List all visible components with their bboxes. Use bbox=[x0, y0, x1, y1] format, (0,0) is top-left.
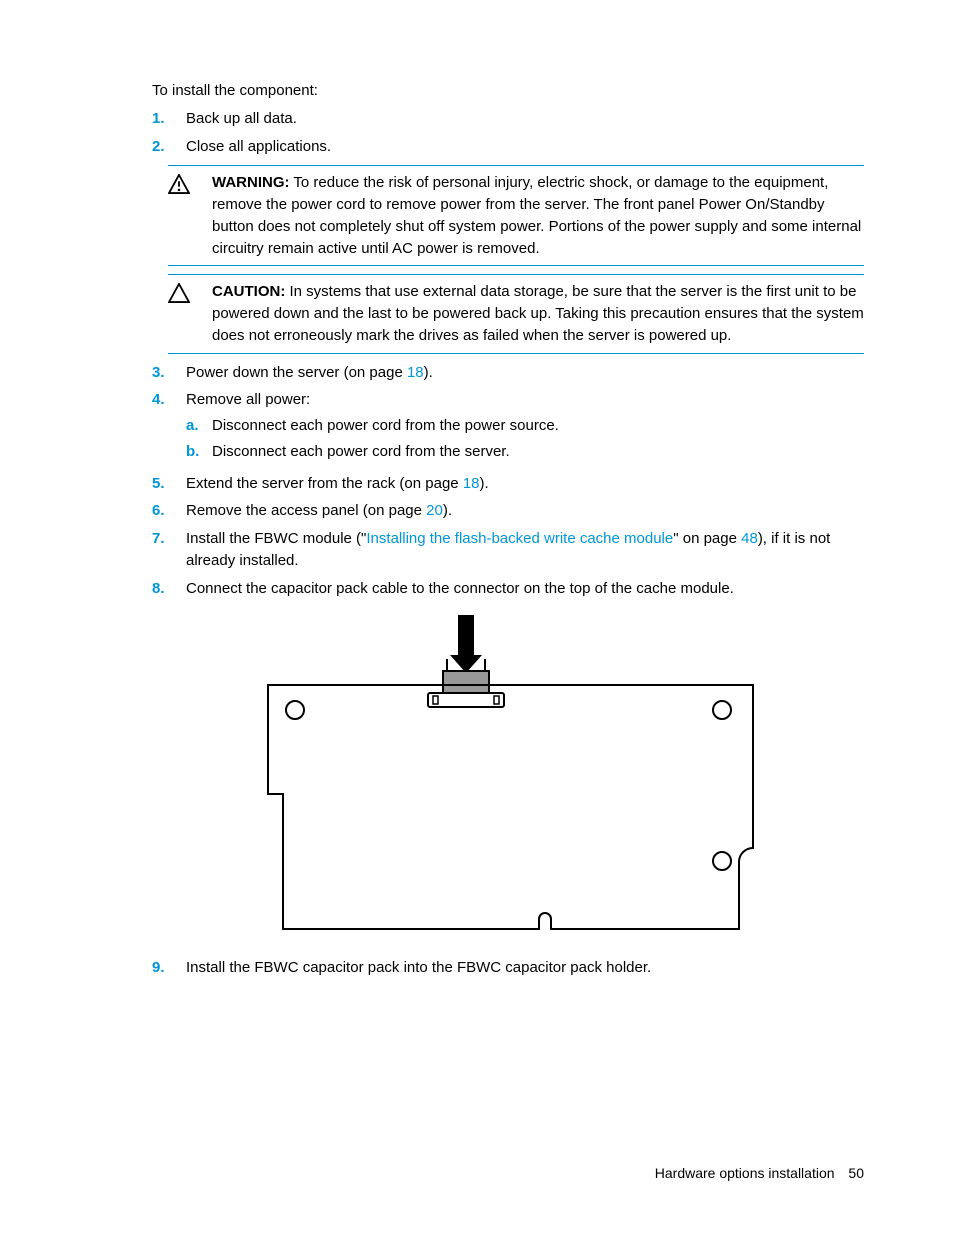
step-number: 7. bbox=[152, 528, 168, 572]
steps-list-cont2: 9. Install the FBWC capacitor pack into … bbox=[152, 957, 864, 979]
caution-admonition: CAUTION: In systems that use external da… bbox=[168, 274, 864, 353]
caution-body: In systems that use external data storag… bbox=[212, 283, 864, 344]
substep-letter: a. bbox=[186, 415, 202, 437]
step-text: Close all applications. bbox=[186, 136, 864, 158]
caution-label: CAUTION: bbox=[212, 283, 285, 300]
step-number: 1. bbox=[152, 108, 168, 130]
step-text: Install the FBWC module ("Installing the… bbox=[186, 528, 864, 572]
footer-section: Hardware options installation bbox=[655, 1165, 835, 1181]
substep-text: Disconnect each power cord from the serv… bbox=[212, 441, 510, 463]
step-number: 5. bbox=[152, 473, 168, 495]
step-text: Extend the server from the rack (on page… bbox=[186, 473, 864, 495]
cache-module-figure bbox=[152, 613, 864, 943]
step-number: 4. bbox=[152, 389, 168, 466]
warning-label: WARNING: bbox=[212, 174, 290, 191]
page-footer: Hardware options installation 50 bbox=[655, 1163, 864, 1183]
steps-list: 1. Back up all data. 2. Close all applic… bbox=[152, 108, 864, 158]
step-text: Remove all power: a. Disconnect each pow… bbox=[186, 389, 864, 466]
caution-icon bbox=[168, 281, 190, 346]
substep-letter: b. bbox=[186, 441, 202, 463]
substeps-list: a. Disconnect each power cord from the p… bbox=[186, 415, 864, 463]
step-text: Back up all data. bbox=[186, 108, 864, 130]
warning-text: WARNING: To reduce the risk of personal … bbox=[212, 172, 864, 259]
step-text: Connect the capacitor pack cable to the … bbox=[186, 578, 864, 600]
footer-page-number: 50 bbox=[848, 1165, 864, 1181]
step-number: 9. bbox=[152, 957, 168, 979]
step-text: Install the FBWC capacitor pack into the… bbox=[186, 957, 864, 979]
steps-list-cont: 3. Power down the server (on page 18). 4… bbox=[152, 362, 864, 600]
cross-reference-link[interactable]: Installing the flash-backed write cache … bbox=[366, 530, 673, 547]
intro-text: To install the component: bbox=[152, 80, 864, 102]
page-link[interactable]: 48 bbox=[741, 530, 758, 547]
step-number: 2. bbox=[152, 136, 168, 158]
step-number: 3. bbox=[152, 362, 168, 384]
page-link[interactable]: 18 bbox=[407, 364, 424, 381]
step-number: 8. bbox=[152, 578, 168, 600]
page-link[interactable]: 20 bbox=[426, 502, 443, 519]
document-page: To install the component: 1. Back up all… bbox=[0, 0, 954, 1035]
page-link[interactable]: 18 bbox=[463, 475, 480, 492]
step-number: 6. bbox=[152, 500, 168, 522]
warning-body: To reduce the risk of personal injury, e… bbox=[212, 174, 861, 256]
step-text: Power down the server (on page 18). bbox=[186, 362, 864, 384]
step-text: Remove the access panel (on page 20). bbox=[186, 500, 864, 522]
warning-icon bbox=[168, 172, 190, 259]
substep-text: Disconnect each power cord from the powe… bbox=[212, 415, 559, 437]
caution-text: CAUTION: In systems that use external da… bbox=[212, 281, 864, 346]
warning-admonition: WARNING: To reduce the risk of personal … bbox=[168, 165, 864, 266]
